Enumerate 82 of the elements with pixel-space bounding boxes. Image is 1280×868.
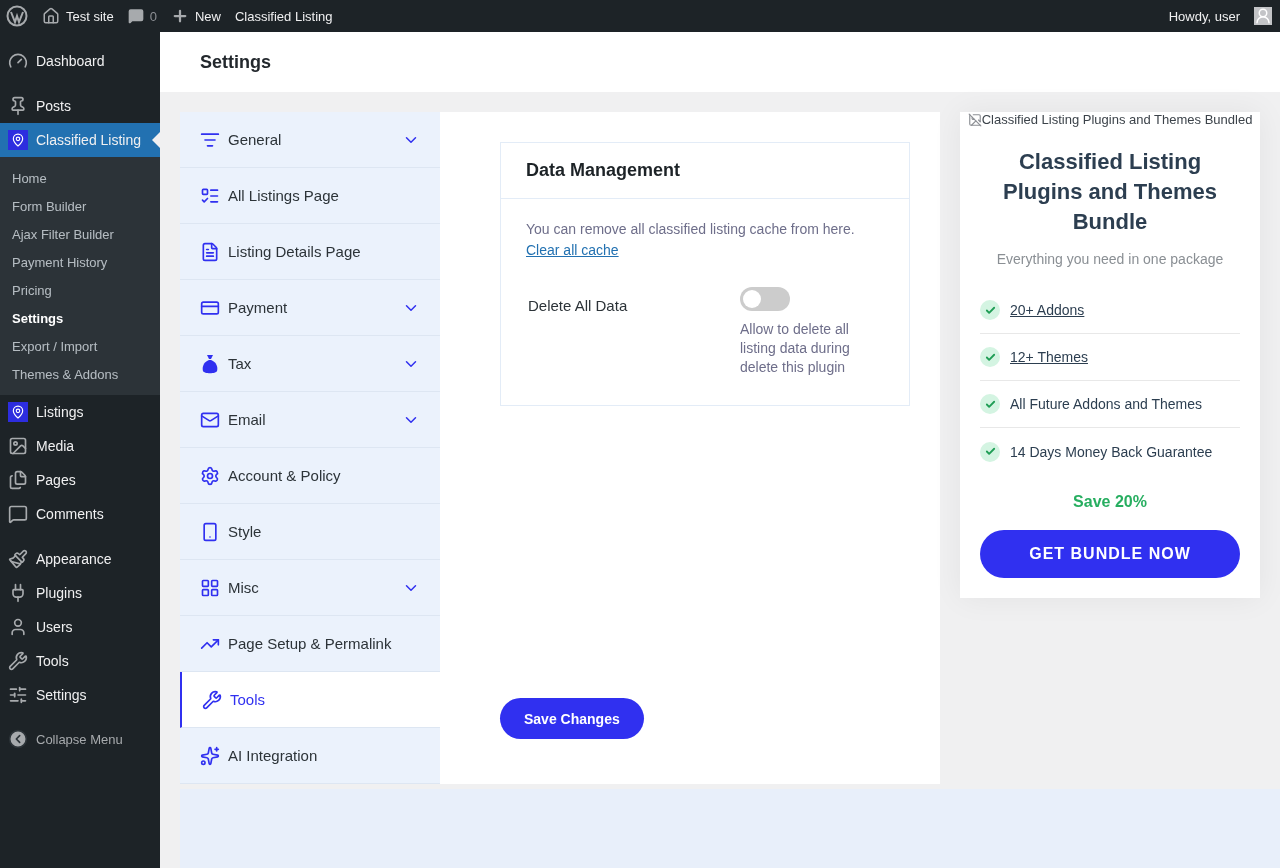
feature-text: 14 Days Money Back Guarantee [1010, 443, 1213, 460]
wordpress-logo[interactable] [6, 5, 28, 27]
submenu-item[interactable]: Settings [0, 304, 160, 332]
submenu-item[interactable]: Pricing [0, 276, 160, 304]
broken-image: Classified Listing Plugins and Themes Bundled [967, 112, 1253, 127]
menu-item[interactable]: Listings [0, 395, 160, 429]
check-icon [980, 300, 1000, 320]
pin-icon [8, 96, 28, 116]
wrench-icon [202, 689, 222, 710]
submenu-item[interactable]: Payment History [0, 248, 160, 276]
gauge-icon [8, 51, 28, 71]
settings-tab[interactable]: General [180, 112, 440, 168]
setting-label: Delete All Data [527, 297, 629, 316]
feature-text: All Future Addons and Themes [1010, 396, 1202, 412]
submenu-item[interactable]: Form Builder [0, 192, 160, 220]
section-title: Data Management [526, 160, 681, 181]
site-name[interactable]: Test site [66, 8, 114, 24]
settings-tab[interactable]: Email [180, 392, 440, 448]
location-pin-icon [8, 402, 28, 422]
speech-bubble-icon [8, 504, 28, 524]
save-button[interactable]: Save Changes [500, 698, 644, 739]
document-icon [200, 241, 220, 262]
feature-link[interactable]: 12+ Themes [1010, 349, 1088, 365]
pages-icon [8, 470, 28, 490]
menu-item[interactable]: Tools [0, 644, 160, 678]
menu-item[interactable]: Classified Listing [0, 123, 160, 157]
settings-tab[interactable]: Payment [180, 280, 440, 336]
toggle-switch[interactable] [740, 287, 790, 311]
check-icon [980, 394, 1000, 414]
greeting[interactable]: Howdy, user [1168, 8, 1240, 24]
new-link[interactable]: New [194, 8, 221, 24]
media-icon [8, 436, 28, 456]
settings-tab[interactable]: Misc [180, 560, 440, 616]
submenu-item[interactable]: Home [0, 164, 160, 192]
settings-tab[interactable]: Tools [180, 672, 440, 728]
money-bag-icon [200, 352, 220, 375]
menu-item[interactable]: Media [0, 429, 160, 463]
check-icon [980, 441, 1000, 462]
sparkles-icon [200, 745, 220, 766]
settings-tab[interactable]: AI Integration [180, 728, 440, 784]
collapse-icon [8, 729, 28, 749]
submenu-item[interactable]: Ajax Filter Builder [0, 220, 160, 248]
comment-count[interactable]: 0 [149, 8, 157, 24]
settings-tab[interactable]: Listing Details Page [180, 224, 440, 280]
location-pin-icon [8, 130, 28, 150]
menu-item[interactable]: Pages [0, 463, 160, 497]
check-icon [980, 347, 1000, 367]
submenu-item[interactable]: Themes & Addons [0, 360, 160, 388]
page-title: Settings [200, 51, 271, 73]
submenu-item[interactable]: Export / Import [0, 332, 160, 360]
bundle-button[interactable]: GET BUNDLE NOW [980, 530, 1240, 578]
phone-icon [200, 521, 220, 542]
section-description: You can remove all classified listing cache from here. [526, 220, 856, 239]
settings-tab[interactable]: Tax [180, 336, 440, 392]
comment-icon[interactable] [127, 8, 144, 24]
clear-cache-link[interactable]: Clear all cache [526, 240, 619, 261]
menu-item[interactable]: Comments [0, 497, 160, 531]
settings-tab[interactable]: Account & Policy [180, 448, 440, 504]
grid-icon [200, 577, 220, 598]
home-icon [42, 7, 60, 25]
menu-item[interactable]: Dashboard [0, 44, 160, 78]
menu-item[interactable]: Users [0, 610, 160, 644]
wrench-icon [8, 651, 28, 671]
settings-tab[interactable]: Style [180, 504, 440, 560]
user-icon [8, 617, 28, 637]
setting-help: Allow to delete all listing data during delete this plugin [740, 320, 851, 377]
site-link[interactable]: Test site [42, 7, 114, 25]
menu-item[interactable]: Posts [0, 89, 160, 123]
settings-icon [200, 465, 220, 486]
feature-link[interactable]: 20+ Addons [1010, 302, 1085, 318]
collapse-menu[interactable]: Collapse Menu [0, 723, 160, 755]
plugin-link[interactable]: Classified Listing [234, 8, 333, 24]
settings-tab[interactable]: All Listings Page [180, 168, 440, 224]
promo-title: Classified Listing Plugins and Themes Bundle [1002, 148, 1218, 236]
menu-item[interactable]: Appearance [0, 542, 160, 576]
settings-tab[interactable]: Page Setup & Permalink [180, 616, 440, 672]
paintbrush-icon [8, 549, 28, 569]
sliders-icon [8, 685, 28, 705]
menu-item[interactable]: Plugins [0, 576, 160, 610]
menu-item[interactable]: Settings [0, 678, 160, 712]
discount-text: Save 20% [1073, 493, 1147, 511]
promo-subtitle: Everything you need in one package [996, 251, 1224, 267]
